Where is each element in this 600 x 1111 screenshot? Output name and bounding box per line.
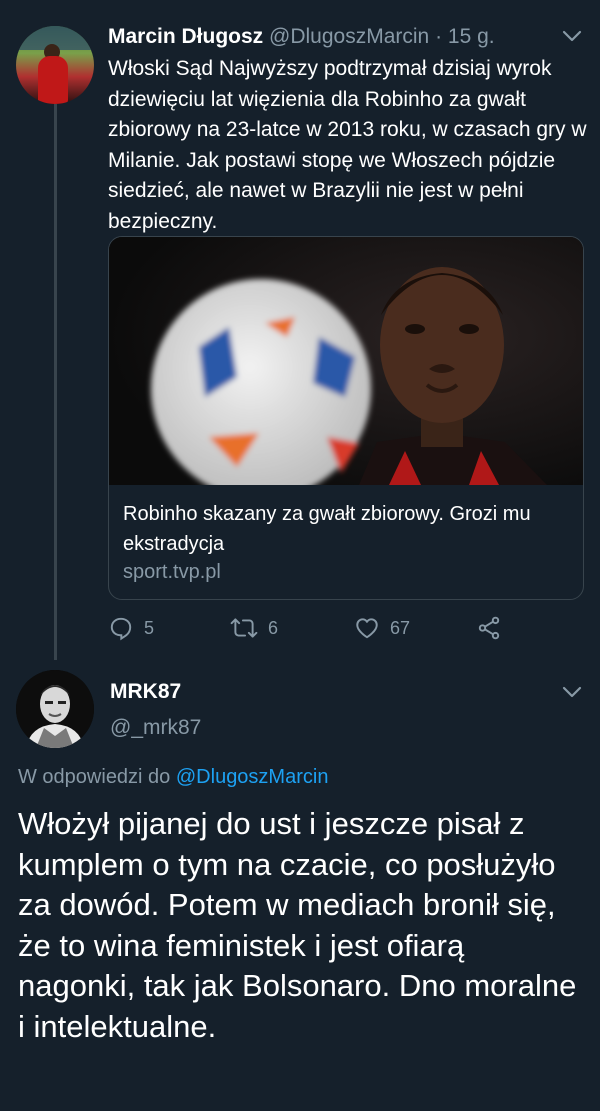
retweet-count: 6 [268, 617, 279, 638]
like-button[interactable]: 67 [354, 614, 410, 642]
like-icon [356, 618, 378, 639]
reply-button[interactable]: 5 [108, 614, 154, 642]
retweet-icon [230, 618, 258, 638]
author-handle[interactable]: @DlugoszMarcin [269, 25, 429, 48]
reply-icon [110, 617, 132, 641]
time-separator: · [429, 25, 448, 48]
chevron-down-icon[interactable] [560, 682, 584, 702]
tweet-time[interactable]: 15 g. [448, 25, 495, 48]
tweet-text: Włożył pijanej do ust i jeszcze pisał z … [18, 806, 577, 1044]
card-title: Robinho skazany za gwałt zbiorowy. Grozi… [123, 503, 531, 555]
replying-prefix: W odpowiedzi do [18, 766, 176, 788]
share-icon [478, 616, 500, 640]
retweet-button[interactable]: 6 [230, 614, 278, 642]
tweet-text: Włoski Sąd Najwyższy podtrzymał dzisiaj … [108, 57, 587, 233]
card-domain: sport.tvp.pl [123, 561, 221, 583]
like-count: 67 [390, 617, 411, 638]
avatar[interactable] [16, 26, 94, 104]
reply-count: 5 [144, 617, 155, 638]
avatar-figure-body [38, 56, 68, 104]
replying-to-link[interactable]: @DlugoszMarcin [176, 766, 329, 788]
author-name[interactable]: MRK87 [110, 680, 181, 704]
tweet-header: Marcin Długosz @DlugoszMarcin · 15 g. [108, 24, 495, 50]
share-button[interactable] [476, 614, 512, 642]
thread-line [54, 104, 57, 660]
avatar[interactable] [16, 670, 94, 748]
tweet-actions: 5 6 67 [108, 614, 588, 642]
card-image [109, 237, 583, 485]
link-card[interactable]: Robinho skazany za gwałt zbiorowy. Grozi… [108, 236, 584, 600]
chevron-down-icon[interactable] [560, 26, 584, 46]
author-name[interactable]: Marcin Długosz [108, 25, 263, 48]
author-handle[interactable]: @_mrk87 [110, 716, 201, 740]
replying-to: W odpowiedzi do @DlugoszMarcin [18, 766, 328, 789]
